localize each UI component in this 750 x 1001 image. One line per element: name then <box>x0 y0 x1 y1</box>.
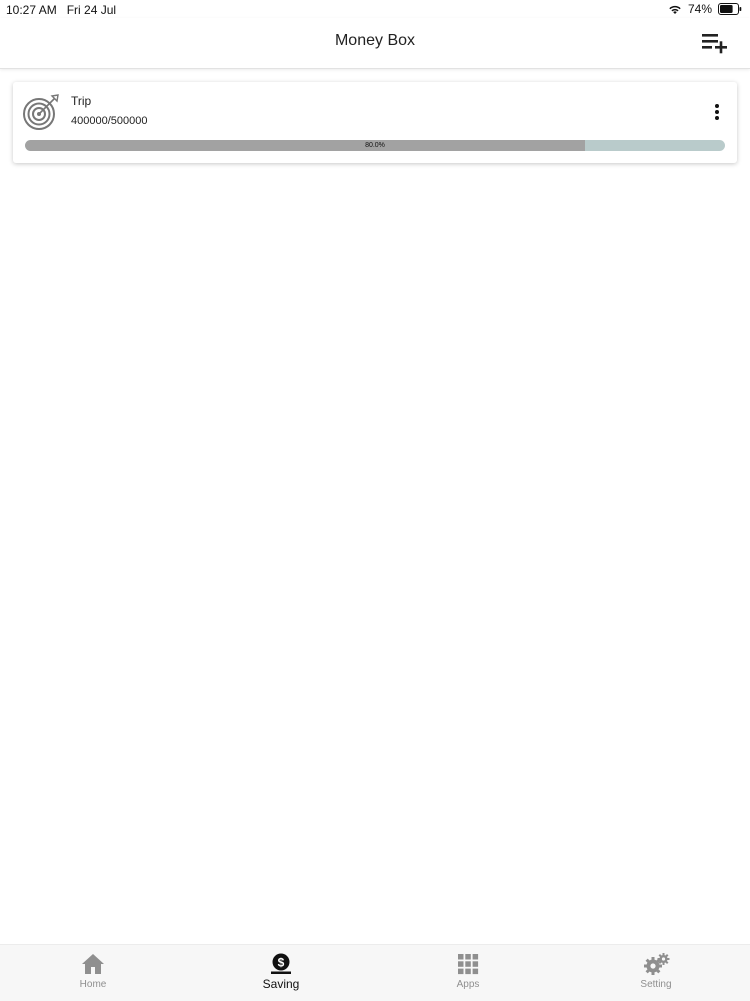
more-vertical-icon <box>715 104 719 120</box>
tab-home[interactable]: Home <box>43 945 143 1001</box>
tab-saving-label: Saving <box>262 977 300 991</box>
gears-icon <box>644 953 670 975</box>
tab-setting-label: Setting <box>640 979 672 990</box>
saving-card[interactable]: Trip 400000/500000 80.0% <box>13 82 737 163</box>
home-icon <box>81 953 105 975</box>
status-left: 10:27 AM Fri 24 Jul <box>6 3 116 17</box>
saving-amount: 400000/500000 <box>71 115 148 127</box>
svg-text:$: $ <box>278 956 285 970</box>
tab-apps[interactable]: Apps <box>418 945 518 1001</box>
status-right: 74% <box>668 2 742 16</box>
battery-icon <box>718 3 742 15</box>
tab-apps-label: Apps <box>456 979 480 990</box>
status-bar: 10:27 AM Fri 24 Jul 74% <box>0 0 750 18</box>
wifi-icon <box>668 4 682 15</box>
battery-percent: 74% <box>687 2 712 16</box>
tab-home-label: Home <box>79 979 107 990</box>
apps-grid-icon <box>456 953 480 975</box>
status-time: 10:27 AM <box>6 3 57 17</box>
saving-name: Trip <box>71 94 92 108</box>
bottom-tab-bar: Home $ Saving Apps Setting <box>0 944 750 1001</box>
playlist-add-icon <box>702 34 727 54</box>
app-header: Money Box <box>0 18 750 69</box>
target-icon <box>22 93 60 131</box>
money-bag-icon: $ <box>269 953 293 975</box>
more-options-button[interactable] <box>713 103 721 121</box>
saving-progress-bar: 80.0% <box>25 140 725 151</box>
page-title: Money Box <box>334 32 416 49</box>
status-date: Fri 24 Jul <box>66 3 117 17</box>
tab-saving[interactable]: $ Saving <box>231 945 331 1001</box>
add-saving-button[interactable] <box>702 32 728 54</box>
progress-label: 80.0% <box>365 142 385 149</box>
tab-setting[interactable]: Setting <box>606 945 706 1001</box>
